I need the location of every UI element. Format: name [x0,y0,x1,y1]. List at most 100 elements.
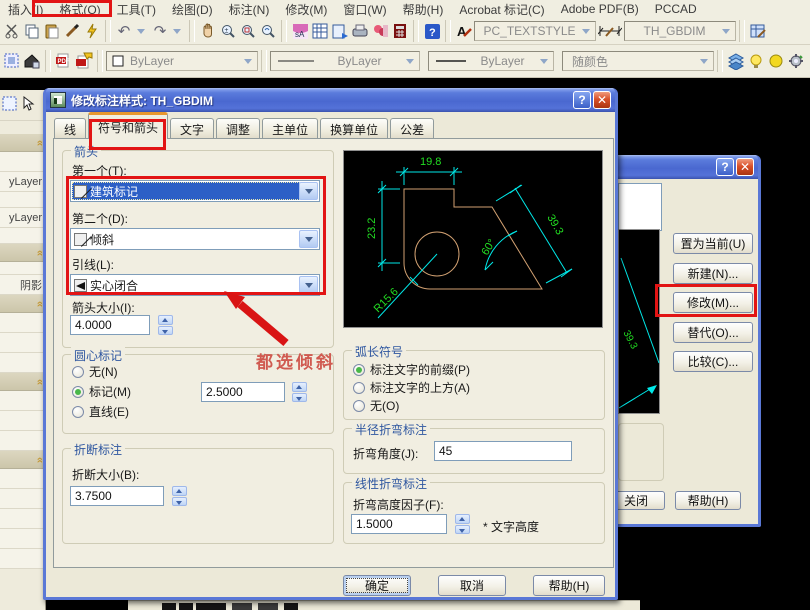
menu-modify[interactable]: 修改(M) [277,0,335,19]
chevron-down-icon[interactable] [700,59,708,64]
lineweight-combo[interactable]: ByLayer [428,51,554,71]
pan-icon[interactable] [198,21,218,41]
palette-row[interactable] [0,333,45,353]
palette-row[interactable] [0,469,45,489]
status-toggle[interactable] [258,603,278,610]
tab-lines[interactable]: 线 [54,118,86,139]
jog-factor-input[interactable] [351,514,447,534]
zoom-previous-icon[interactable] [258,21,278,41]
palette-row[interactable] [0,353,45,373]
chevron-down-icon[interactable] [722,29,730,34]
pdf-export-icon[interactable]: PDF [54,51,74,71]
chevron-down-icon[interactable] [299,182,318,200]
set-current-button[interactable]: 置为当前(U) [673,233,753,254]
palette-row[interactable] [0,549,45,569]
arc-symbol-radio-above[interactable]: 标注文字的上方(A) [353,380,470,395]
menu-adobe-pdf[interactable]: Adobe PDF(B) [553,1,647,17]
layers-icon[interactable] [726,51,746,71]
ok-button[interactable]: 确定 [343,575,411,596]
dim-style-combo[interactable]: TH_GBDIM [624,21,736,41]
palette-row[interactable] [0,509,45,529]
markup-icon[interactable] [370,21,390,41]
sheet-set-icon[interactable] [330,21,350,41]
palette-row[interactable] [0,411,45,431]
table-style-icon[interactable] [748,21,768,41]
dim-style-icon[interactable] [596,21,624,41]
new-style-button[interactable]: 新建(N)... [673,263,753,284]
status-toggle[interactable] [196,603,226,610]
jog-factor-spinner[interactable] [455,514,470,534]
style-list[interactable] [618,183,662,231]
status-toggle[interactable] [284,603,298,610]
manager-help-titlebar-button[interactable]: ? [716,158,734,176]
chevron-down-icon[interactable] [406,59,414,64]
palette-section-header[interactable]: » [0,134,45,152]
center-mark-size-spinner[interactable] [292,382,307,402]
text-style-combo[interactable]: PC_TEXTSTYLE [474,21,596,41]
tab-alternate-units[interactable]: 换算单位 [320,118,388,139]
match-properties-icon[interactable] [62,21,82,41]
menu-help[interactable]: 帮助(H) [395,0,452,19]
tab-text[interactable]: 文字 [170,118,214,139]
palette-row[interactable] [0,228,45,244]
modal-close-titlebar-button[interactable]: ✕ [593,91,611,109]
tab-tolerances[interactable]: 公差 [390,118,434,139]
plotter-icon[interactable] [350,21,370,41]
tab-fit[interactable]: 调整 [216,118,260,139]
render-icon[interactable]: sA [290,21,310,41]
leader-arrow-combo[interactable]: 实心闭合 [70,274,320,296]
palette-section-header[interactable]: » [0,295,45,313]
first-arrow-combo[interactable]: 建筑标记 [70,180,320,202]
status-toggle[interactable] [179,603,193,610]
pdf-review-icon[interactable] [74,51,94,71]
text-style-icon[interactable]: A [454,21,474,41]
manager-close-titlebar-button[interactable]: ✕ [736,158,754,176]
center-mark-size-input[interactable] [201,382,285,402]
quick-select-grid-icon[interactable] [2,96,18,115]
menu-dimension[interactable]: 标注(N) [221,0,278,19]
undo-icon[interactable]: ↶ [114,21,134,41]
status-toggle[interactable] [232,603,252,610]
compare-button[interactable]: 比较(C)... [673,351,753,372]
palette-row[interactable] [0,529,45,549]
calculator-icon[interactable] [390,21,410,41]
center-mark-radio-none[interactable]: 无(N) [72,364,118,379]
palette-row[interactable] [0,262,45,275]
arrow-size-input[interactable] [70,315,150,335]
plot-style-combo[interactable]: 随颜色 [562,51,714,71]
modal-help-titlebar-button[interactable]: ? [573,91,591,109]
chevron-down-icon[interactable] [540,59,548,64]
tab-primary-units[interactable]: 主单位 [262,118,318,139]
lock-icon[interactable] [806,51,810,71]
palette-row[interactable] [0,152,45,172]
second-arrow-combo[interactable]: 倾斜 [70,228,320,250]
quick-select-icon[interactable] [82,21,102,41]
menu-tools[interactable]: 工具(T) [109,0,164,19]
table-icon[interactable] [310,21,330,41]
palette-section-header[interactable]: » [0,244,45,262]
copy-icon[interactable] [22,21,42,41]
zoom-window-icon[interactable] [238,21,258,41]
redo-dropdown-icon[interactable] [173,29,181,34]
chevron-down-icon[interactable] [582,29,590,34]
gear-icon[interactable] [786,51,806,71]
arc-symbol-radio-none[interactable]: 无(O) [353,398,399,413]
palette-row[interactable] [0,192,45,208]
linetype-combo[interactable]: ByLayer [270,51,420,71]
menu-window[interactable]: 窗口(W) [335,0,394,19]
menu-pccad[interactable]: PCCAD [647,1,705,17]
palette-row[interactable]: yLayer [0,208,45,228]
lightbulb-icon[interactable] [746,51,766,71]
palette-row[interactable] [0,313,45,333]
cut-icon[interactable] [2,21,22,41]
center-mark-radio-line[interactable]: 直线(E) [72,404,129,419]
chevron-down-icon[interactable] [299,230,318,248]
help-button[interactable]: 帮助(H) [533,575,605,596]
menu-draw[interactable]: 绘图(D) [164,0,221,19]
break-size-input[interactable] [70,486,164,506]
arc-symbol-radio-preceding[interactable]: 标注文字的前缀(P) [353,362,470,377]
break-size-spinner[interactable] [172,486,187,506]
manager-help-button[interactable]: 帮助(H) [675,491,741,510]
center-mark-radio-mark[interactable]: 标记(M) [72,384,131,399]
palette-section-header[interactable]: » [0,373,45,391]
